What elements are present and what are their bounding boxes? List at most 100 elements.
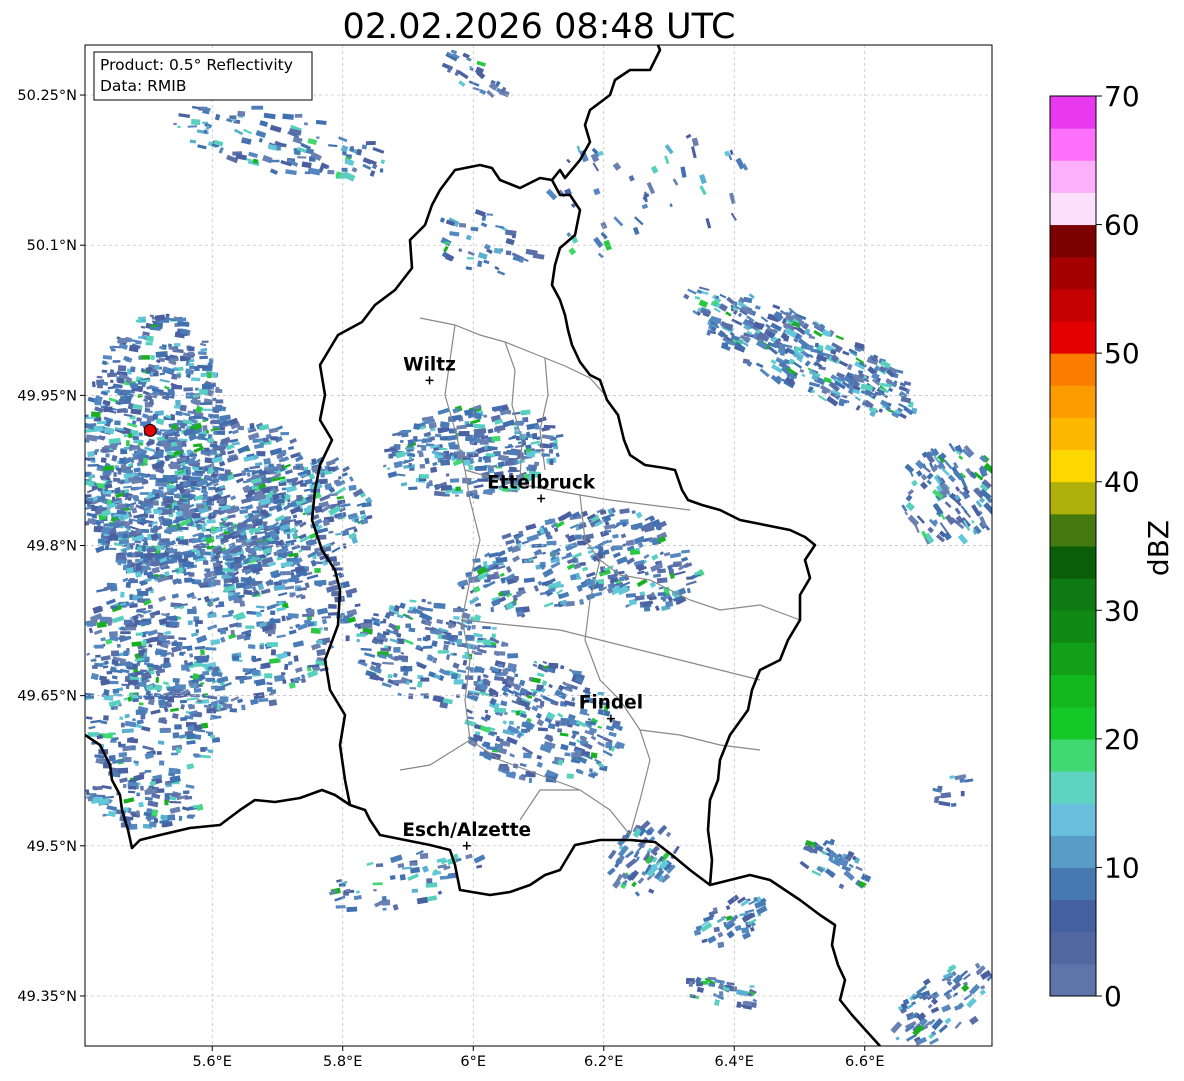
echo-cell <box>335 905 346 909</box>
echo-cell <box>162 727 170 732</box>
echo-cell <box>458 631 463 636</box>
echo-cell <box>473 423 486 429</box>
echo-cell <box>508 720 514 725</box>
echo-cell <box>210 526 216 532</box>
echo-cell <box>514 673 519 678</box>
echo-cell <box>175 747 181 754</box>
echo-cell <box>319 627 323 631</box>
colorbar-tick-label: 20 <box>1104 723 1140 756</box>
echo-cell <box>110 739 117 743</box>
echo-cell <box>127 497 132 501</box>
echo-cell <box>118 752 128 758</box>
echo-cell <box>533 461 540 467</box>
echo-cell <box>295 566 305 573</box>
echo-cell <box>413 423 421 430</box>
echo-cell <box>181 645 188 650</box>
echo-cell <box>197 597 202 601</box>
echo-cell <box>192 805 201 809</box>
echo-cell <box>198 388 208 395</box>
echo-cell <box>91 381 96 388</box>
lat-tick-label: 49.95°N <box>17 388 77 404</box>
echo-cell <box>356 633 367 637</box>
echo-cell <box>230 629 235 636</box>
colorbar-bin <box>1050 867 1096 901</box>
echo-cell <box>97 384 103 389</box>
echo-cell <box>241 704 246 711</box>
echo-cell <box>179 404 187 412</box>
echo-cell <box>171 373 178 380</box>
echo-cell <box>94 644 104 649</box>
echo-cell <box>202 425 208 432</box>
colorbar-bin <box>1050 256 1096 290</box>
echo-cell <box>346 594 353 598</box>
echo-cell <box>112 360 121 363</box>
echo-cell <box>94 399 102 406</box>
echo-cell <box>345 888 351 893</box>
echo-cell <box>206 708 217 714</box>
echo-cell <box>557 690 562 693</box>
echo-cell <box>172 713 179 719</box>
echo-cell <box>117 741 122 747</box>
echo-cell <box>106 582 115 588</box>
echo-cell <box>142 641 147 647</box>
colorbar-tick-label: 10 <box>1104 851 1140 884</box>
echo-cell <box>282 679 287 684</box>
echo-cell <box>86 621 94 627</box>
echo-cell <box>215 388 223 394</box>
echo-cell <box>408 486 418 491</box>
echo-cell <box>127 781 139 787</box>
echo-cell <box>411 888 419 893</box>
echo-cell <box>503 451 510 455</box>
colorbar-bin <box>1050 160 1096 193</box>
echo-cell <box>520 409 531 416</box>
echo-cell <box>107 499 112 505</box>
echo-cell <box>296 494 303 502</box>
echo-cell <box>389 875 396 880</box>
echo-cell <box>171 384 183 390</box>
echo-cell <box>191 472 204 477</box>
echo-cell <box>404 459 409 464</box>
echo-cell <box>539 443 549 449</box>
echo-cell <box>409 861 418 866</box>
echo-cell <box>114 420 121 426</box>
figure-title: 02.02.2026 08:48 UTC <box>343 7 736 47</box>
echo-cell <box>258 697 269 703</box>
echo-cell <box>167 388 175 395</box>
echo-cell <box>138 432 143 437</box>
echo-cell <box>87 450 95 458</box>
echo-cell <box>440 461 447 465</box>
echo-cell <box>201 722 209 729</box>
colorbar-bin <box>1050 931 1096 965</box>
echo-cell <box>457 606 462 609</box>
echo-cell <box>160 538 170 543</box>
echo-cell <box>204 447 210 452</box>
echo-cell <box>219 696 229 703</box>
echo-cell <box>145 631 154 635</box>
echo-cell <box>232 655 240 661</box>
echo-cell <box>195 620 203 625</box>
echo-cell <box>286 533 291 539</box>
echo-cell <box>327 169 335 175</box>
echo-cell <box>120 722 125 728</box>
echo-cell <box>187 608 197 615</box>
echo-cell <box>100 448 104 453</box>
echo-cell <box>933 796 940 804</box>
echo-cell <box>382 618 387 623</box>
echo-cell <box>187 481 192 485</box>
echo-cell <box>120 463 127 471</box>
echo-cell <box>149 514 155 519</box>
echo-cell <box>270 436 278 441</box>
echo-cell <box>220 474 228 481</box>
echo-cell <box>108 680 119 685</box>
echo-cell <box>413 436 418 442</box>
echo-cell <box>455 494 459 497</box>
echo-cell <box>117 377 125 384</box>
echo-cell <box>120 591 125 598</box>
echo-cell <box>517 611 525 615</box>
echo-cell <box>437 650 449 654</box>
echo-cell <box>713 926 720 933</box>
echo-cell <box>117 365 127 372</box>
colorbar-bin <box>1050 449 1096 483</box>
echo-cell <box>434 490 446 497</box>
colorbar-bin <box>1050 771 1096 804</box>
